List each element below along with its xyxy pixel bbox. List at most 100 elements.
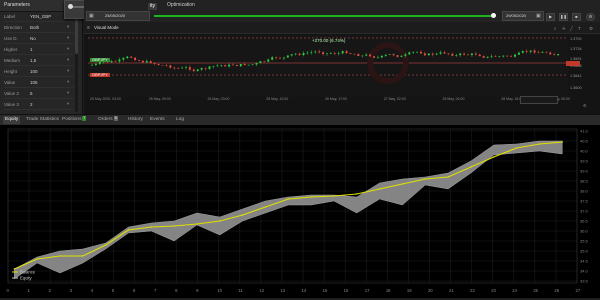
tab-positions[interactable]: Positions 7	[62, 116, 87, 124]
chevron-down-icon[interactable]: ▾	[67, 35, 69, 41]
candle-body	[443, 52, 446, 54]
x-tick-label: 25	[533, 288, 538, 293]
param-row[interactable]: Use D. No ▾	[4, 35, 74, 44]
candle-body	[416, 51, 419, 53]
chevron-down-icon[interactable]: ▾	[67, 90, 69, 96]
param-value[interactable]: 105	[30, 80, 38, 86]
param-value[interactable]: YEN_GBP	[30, 14, 51, 20]
candle-body	[122, 57, 125, 60]
balance-point	[104, 244, 107, 246]
candle-body	[290, 54, 293, 56]
param-row[interactable]: Medium 1,5 ▾	[4, 57, 74, 66]
tab-history[interactable]: History	[128, 116, 143, 124]
chart-settings-icon[interactable]: ⚙	[589, 26, 593, 32]
end-date-field[interactable]: 29/05/2020 ▣	[502, 11, 544, 21]
candle-body	[396, 55, 399, 57]
zoom-icon[interactable]: ⌕	[554, 26, 557, 31]
text-tool-icon[interactable]: T	[578, 26, 581, 31]
candle-body	[279, 57, 281, 59]
param-row[interactable]: Value 105 ▾	[4, 79, 74, 88]
calendar-icon: ▣	[536, 13, 541, 19]
balance-point	[310, 196, 312, 198]
candle-body	[161, 65, 164, 66]
candle-body	[306, 52, 309, 54]
tab-label: History	[128, 117, 143, 122]
candle-body	[478, 54, 481, 57]
candle-body	[490, 56, 493, 57]
chevron-down-icon[interactable]: ▾	[67, 24, 69, 30]
x-tick-label: 18	[386, 288, 391, 293]
param-value[interactable]: Both	[30, 25, 39, 31]
param-row[interactable]: Height 100 ▾	[4, 68, 74, 77]
candle-body	[329, 53, 332, 54]
y-tick-label: 37.5	[580, 199, 589, 204]
candle-body	[521, 51, 524, 53]
param-value[interactable]: 5	[30, 91, 33, 97]
balance-point	[82, 255, 84, 257]
param-value[interactable]: No	[30, 36, 36, 42]
tab-log[interactable]: Log	[176, 116, 184, 124]
line-tool-icon[interactable]: ╱	[570, 26, 573, 32]
tab-events[interactable]: Events	[150, 116, 165, 124]
param-row[interactable]: Value 3 2 ▾	[4, 101, 74, 110]
pause-button[interactable]: ❚❚	[559, 13, 568, 21]
order-tag-sell[interactable]: GBPJPY	[90, 73, 110, 77]
crosshair-icon[interactable]: ✛	[562, 26, 566, 32]
chevron-down-icon[interactable]: ▾	[67, 101, 69, 107]
start-date-field[interactable]: ▣ 25/05/2020	[86, 11, 150, 21]
candle-body	[322, 52, 325, 54]
param-name: Label	[4, 14, 16, 19]
param-row[interactable]: Value 2 5 ▾	[4, 90, 74, 99]
chevron-down-icon[interactable]: ▾	[67, 79, 69, 85]
tab-trade-statistics[interactable]: Trade Statistics	[26, 116, 59, 124]
balance-point	[424, 178, 426, 180]
candle-body	[376, 57, 379, 58]
candle-body	[384, 54, 387, 56]
param-value[interactable]: 1	[30, 47, 33, 53]
x-tick-label: 15	[323, 288, 328, 293]
chevron-down-icon[interactable]: ▾	[67, 46, 69, 52]
param-value[interactable]: 100	[30, 69, 38, 75]
tab-orders[interactable]: Orders 0	[98, 116, 118, 124]
param-value[interactable]: 2	[30, 102, 33, 108]
candle-body	[463, 53, 466, 55]
candle-body	[110, 61, 113, 63]
candle-body	[482, 56, 485, 58]
candle-body	[275, 57, 278, 58]
candle-body	[474, 53, 477, 55]
progress-handle[interactable]	[491, 13, 496, 18]
param-row[interactable]: Higher 1 ▾	[4, 46, 74, 55]
time-axis-label: 26 May, 03:00	[207, 97, 230, 101]
candle-body	[537, 52, 540, 54]
candle-body	[451, 53, 454, 56]
speed-slider-handle[interactable]	[68, 4, 73, 9]
params-scroll-thumb[interactable]	[75, 14, 78, 54]
y-tick-label: 38.5	[580, 179, 589, 184]
candle-body	[510, 56, 513, 57]
chevron-down-icon[interactable]: ▾	[67, 68, 69, 74]
order-tag-buy[interactable]: GBPJPY	[90, 58, 110, 62]
tab-optimization[interactable]: Optimization	[167, 3, 195, 8]
chevron-down-icon[interactable]: ▾	[67, 57, 69, 63]
candle-body	[259, 61, 262, 64]
balance-point	[13, 268, 16, 270]
time-cursor-badge	[520, 96, 558, 104]
settings-icon[interactable]: ⚙	[586, 13, 595, 21]
x-tick-label: 0	[7, 288, 10, 293]
tab-equity[interactable]: Equity	[3, 116, 21, 124]
play-button[interactable]: ▶	[546, 13, 555, 21]
balance-point	[287, 198, 289, 200]
progress-fill	[154, 15, 494, 17]
param-value[interactable]: 1,5	[30, 58, 36, 64]
param-row[interactable]: Direction Both ▾	[4, 24, 74, 33]
x-tick-label: 24	[512, 288, 517, 293]
parameters-title: Parameters	[4, 2, 30, 8]
axis-settings-icon[interactable]: ⚙	[583, 103, 587, 108]
equity-chart-panel: 41.0 40.5 40.0 39.5 39.0 38.5 38.0 37.5 37.0 36.5…	[0, 125, 600, 298]
stop-button[interactable]: ■	[572, 13, 581, 21]
x-tick-label: 22	[470, 288, 475, 293]
tab-equity-partial[interactable]: ity	[148, 3, 157, 10]
price-chart-area[interactable]	[88, 35, 568, 97]
balance-point	[264, 206, 267, 208]
chart-menu-icon[interactable]: ≡	[87, 25, 90, 31]
